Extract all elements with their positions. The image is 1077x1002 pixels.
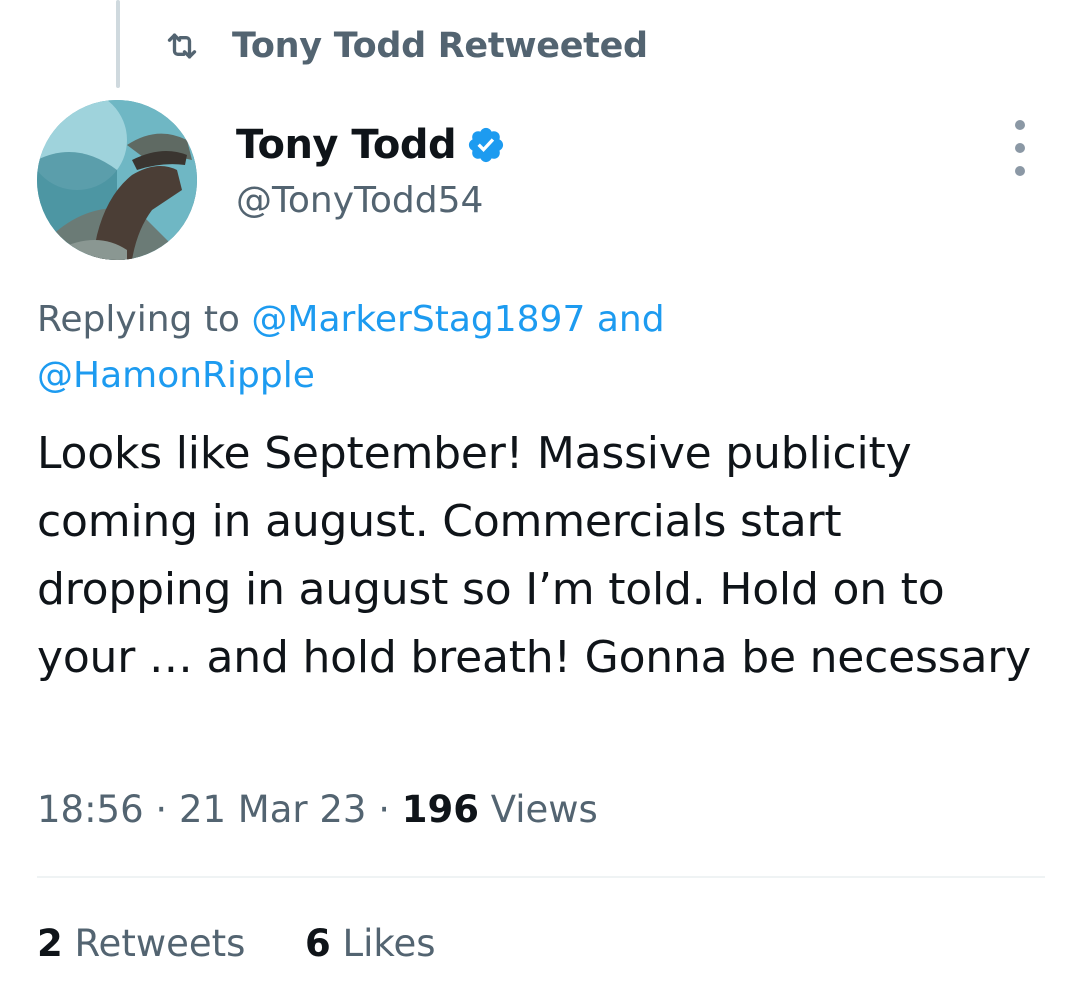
- retweet-icon: [162, 26, 202, 66]
- thread-line: [116, 0, 120, 88]
- more-dot-icon: [1015, 120, 1025, 130]
- avatar[interactable]: [37, 100, 197, 260]
- social-context[interactable]: Tony Todd Retweeted: [162, 22, 648, 70]
- meta-separator: ·: [378, 788, 390, 831]
- tweet-date[interactable]: 21 Mar 23: [179, 788, 367, 831]
- engagement-stats: 2 Retweets 6 Likes: [37, 922, 436, 965]
- author-name-row[interactable]: Tony Todd: [236, 122, 506, 168]
- replying-to-label: Replying to: [37, 299, 240, 340]
- reply-context: Replying to @MarkerStag1897 and @HamonRi…: [37, 292, 1047, 404]
- likes-stat[interactable]: 6 Likes: [293, 922, 436, 965]
- divider: [37, 876, 1045, 878]
- mention-link-markerstag[interactable]: @MarkerStag1897: [251, 299, 585, 340]
- more-dot-icon: [1015, 143, 1025, 153]
- retweets-label: Retweets: [74, 922, 246, 965]
- author-handle[interactable]: @TonyTodd54: [236, 180, 483, 221]
- retweeted-by-label[interactable]: Tony Todd Retweeted: [232, 26, 648, 66]
- views-count: 196: [401, 788, 479, 831]
- more-dot-icon: [1015, 166, 1025, 176]
- views-label: Views: [490, 788, 598, 831]
- retweets-stat[interactable]: 2 Retweets: [37, 922, 257, 965]
- mention-conjunction[interactable]: and: [597, 299, 665, 340]
- more-options-button[interactable]: [1000, 120, 1040, 176]
- likes-label: Likes: [342, 922, 436, 965]
- tweet-text: Looks like September! Massive publicity …: [37, 428, 1031, 683]
- tweet-time[interactable]: 18:56: [37, 788, 144, 831]
- verified-badge-icon[interactable]: [466, 125, 506, 165]
- author-display-name[interactable]: Tony Todd: [236, 122, 457, 168]
- mention-link-hamonripple[interactable]: @HamonRipple: [37, 355, 315, 396]
- meta-separator: ·: [155, 788, 168, 831]
- likes-count: 6: [304, 922, 331, 965]
- tweet-meta: 18:56 · 21 Mar 23 · 196 Views: [37, 788, 598, 831]
- retweets-count: 2: [37, 922, 63, 965]
